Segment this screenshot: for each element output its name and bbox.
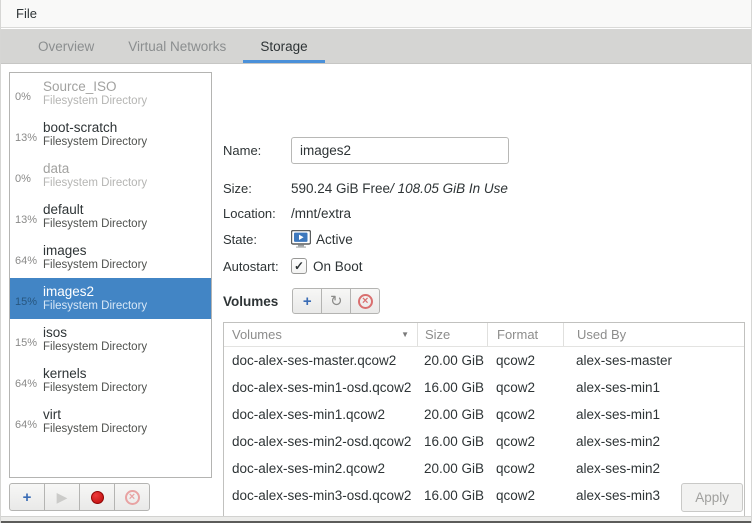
pool-name: boot-scratch xyxy=(43,119,147,137)
refresh-volumes-button[interactable]: ↻ xyxy=(321,288,351,314)
stop-icon xyxy=(91,491,104,504)
plus-icon: + xyxy=(303,294,312,309)
pool-item-isos[interactable]: 15% isos Filesystem Directory xyxy=(10,319,211,360)
add-volume-button[interactable]: + xyxy=(292,288,322,314)
size-free-value: 590.24 GiB Free xyxy=(291,181,390,196)
pool-item-boot-scratch[interactable]: 13% boot-scratch Filesystem Directory xyxy=(10,114,211,155)
column-header-used-by[interactable]: Used By xyxy=(563,323,744,346)
pool-usage-percent: 15% xyxy=(15,330,43,349)
volume-row[interactable]: doc-alex-ses-min2.qcow2 20.00 GiB qcow2 … xyxy=(224,455,744,482)
volume-row[interactable]: doc-alex-ses-min1-osd.qcow2 16.00 GiB qc… xyxy=(224,374,744,401)
location-label: Location: xyxy=(223,206,291,221)
pool-item-default[interactable]: 13% default Filesystem Directory xyxy=(10,196,211,237)
volumes-table-header: Volumes ▼ Size Format Used By xyxy=(224,323,744,347)
storage-pool-list: 0% Source_ISO Filesystem Directory 13% b… xyxy=(9,72,212,478)
pool-type: Filesystem Directory xyxy=(43,218,147,232)
pool-type: Filesystem Directory xyxy=(43,423,147,437)
delete-pool-button[interactable]: × xyxy=(114,483,150,511)
pool-name: data xyxy=(43,160,147,178)
pool-usage-percent: 64% xyxy=(15,371,43,390)
play-icon: ▶ xyxy=(57,490,68,504)
menu-bar: File xyxy=(1,0,751,28)
pool-usage-percent: 64% xyxy=(15,412,43,431)
column-header-format[interactable]: Format xyxy=(487,323,563,346)
pool-name: Source_ISO xyxy=(43,78,147,96)
delete-circle-icon: × xyxy=(125,490,140,505)
pool-toolbar: + ▶ × xyxy=(9,483,150,511)
tab-storage[interactable]: Storage xyxy=(243,29,324,63)
pool-type: Filesystem Directory xyxy=(43,95,147,109)
state-label: State: xyxy=(223,232,291,247)
volume-row[interactable]: doc-alex-ses-min3-osd.qcow2 16.00 GiB qc… xyxy=(224,482,744,509)
autostart-value: On Boot xyxy=(313,259,363,274)
pool-name-input[interactable] xyxy=(291,137,509,164)
pool-usage-percent: 13% xyxy=(15,207,43,226)
tab-bar: Overview Virtual Networks Storage xyxy=(1,29,751,64)
pool-item-source-iso[interactable]: 0% Source_ISO Filesystem Directory xyxy=(10,73,211,114)
name-label: Name: xyxy=(223,143,291,158)
stop-pool-button[interactable] xyxy=(79,483,115,511)
size-used-value: / 108.05 GiB In Use xyxy=(390,181,508,196)
pool-usage-percent: 64% xyxy=(15,248,43,267)
pool-type: Filesystem Directory xyxy=(43,136,147,150)
pool-item-data[interactable]: 0% data Filesystem Directory xyxy=(10,155,211,196)
volumes-section-header: Volumes + ↻ × xyxy=(223,288,380,314)
refresh-icon: ↻ xyxy=(330,294,343,309)
column-header-size[interactable]: Size xyxy=(417,323,487,346)
pool-name: images2 xyxy=(43,283,147,301)
pool-name: virt xyxy=(43,406,147,424)
size-label: Size: xyxy=(223,181,291,196)
pool-item-images[interactable]: 64% images Filesystem Directory xyxy=(10,237,211,278)
pool-item-virt[interactable]: 64% virt Filesystem Directory xyxy=(10,401,211,442)
tab-overview[interactable]: Overview xyxy=(21,29,111,63)
virt-manager-connection-details-window: File Overview Virtual Networks Storage 0… xyxy=(0,0,752,523)
volume-row[interactable]: doc-alex-ses-min2-osd.qcow2 16.00 GiB qc… xyxy=(224,428,744,455)
volume-row[interactable]: doc-alex-ses-min1.qcow2 20.00 GiB qcow2 … xyxy=(224,401,744,428)
pool-usage-percent: 13% xyxy=(15,125,43,144)
pool-type: Filesystem Directory xyxy=(43,177,147,191)
plus-icon: + xyxy=(23,490,32,505)
pool-usage-percent: 15% xyxy=(15,289,43,308)
delete-circle-icon: × xyxy=(358,294,373,309)
volume-row[interactable]: doc-alex-ses-master.qcow2 20.00 GiB qcow… xyxy=(224,347,744,374)
add-pool-button[interactable]: + xyxy=(9,483,45,511)
pool-item-images2-selected[interactable]: 15% images2 Filesystem Directory xyxy=(10,278,211,319)
pool-name: kernels xyxy=(43,365,147,383)
autostart-label: Autostart: xyxy=(223,259,291,274)
column-header-volumes[interactable]: Volumes ▼ xyxy=(224,323,417,346)
pool-running-monitor-icon xyxy=(291,230,311,248)
pool-type: Filesystem Directory xyxy=(43,382,147,396)
volumes-section-title: Volumes xyxy=(223,294,278,309)
pool-type: Filesystem Directory xyxy=(43,259,147,273)
pool-type: Filesystem Directory xyxy=(43,300,147,314)
sort-descending-icon: ▼ xyxy=(401,330,409,339)
file-menu[interactable]: File xyxy=(10,4,43,23)
autostart-checkbox[interactable]: ✓ xyxy=(291,258,307,274)
start-pool-button[interactable]: ▶ xyxy=(44,483,80,511)
apply-button[interactable]: Apply xyxy=(681,483,743,512)
tab-virtual-networks[interactable]: Virtual Networks xyxy=(111,29,243,63)
pool-name: default xyxy=(43,201,147,219)
pool-name: isos xyxy=(43,324,147,342)
pool-type: Filesystem Directory xyxy=(43,341,147,355)
delete-volume-button[interactable]: × xyxy=(350,288,380,314)
location-value: /mnt/extra xyxy=(291,206,351,221)
pool-usage-percent: 0% xyxy=(15,84,43,103)
checkmark-icon: ✓ xyxy=(294,260,304,272)
pool-item-kernels[interactable]: 64% kernels Filesystem Directory xyxy=(10,360,211,401)
pool-name: images xyxy=(43,242,147,260)
pool-usage-percent: 0% xyxy=(15,166,43,185)
state-value: Active xyxy=(316,232,353,247)
volumes-table: Volumes ▼ Size Format Used By doc-alex-s… xyxy=(223,322,745,523)
storage-tab-content: 0% Source_ISO Filesystem Directory 13% b… xyxy=(1,64,751,516)
